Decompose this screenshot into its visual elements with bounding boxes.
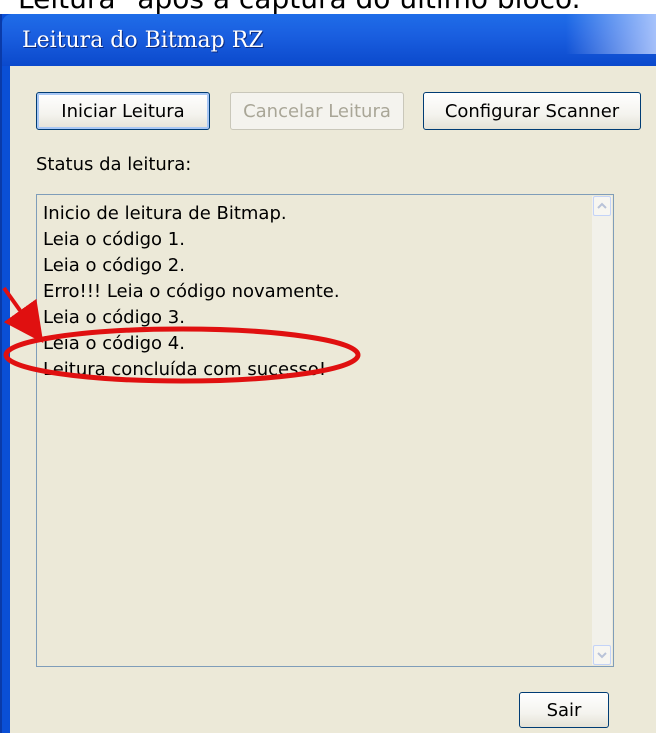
dialog-client-area: Iniciar Leitura Cancelar Leitura Configu… [10,66,656,733]
dialog-window: Leitura do Bitmap RZ Iniciar Leitura Can… [0,14,656,733]
status-line: Erro!!! Leia o código novamente. [43,281,340,302]
status-log-lines: Inicio de leitura de Bitmap. Leia o códi… [43,201,340,383]
scroll-up-button[interactable] [593,196,611,216]
cancel-reading-button[interactable]: Cancelar Leitura [230,92,404,130]
status-line: Leia o código 1. [43,229,185,250]
caption-strip: Leitura" após a captura do último bloco. [0,0,656,14]
status-label: Status da leitura: [36,154,192,175]
caption-text: Leitura" após a captura do último bloco. [18,0,581,14]
status-line: Inicio de leitura de Bitmap. [43,203,287,224]
chevron-up-icon [597,202,607,209]
vertical-scrollbar[interactable] [592,196,612,665]
window-title: Leitura do Bitmap RZ [22,28,264,53]
scroll-down-button[interactable] [593,645,611,665]
configure-scanner-button[interactable]: Configurar Scanner [423,92,641,130]
status-line: Leia o código 2. [43,255,185,276]
chevron-down-icon [597,652,607,659]
status-line: Leitura concluída com sucesso! [43,359,327,380]
status-log-list[interactable]: Inicio de leitura de Bitmap. Leia o códi… [36,194,614,667]
status-line: Leia o código 4. [43,333,185,354]
exit-button[interactable]: Sair [519,692,609,728]
title-bar[interactable]: Leitura do Bitmap RZ [2,14,656,66]
status-line: Leia o código 3. [43,307,185,328]
start-reading-button[interactable]: Iniciar Leitura [36,92,210,130]
